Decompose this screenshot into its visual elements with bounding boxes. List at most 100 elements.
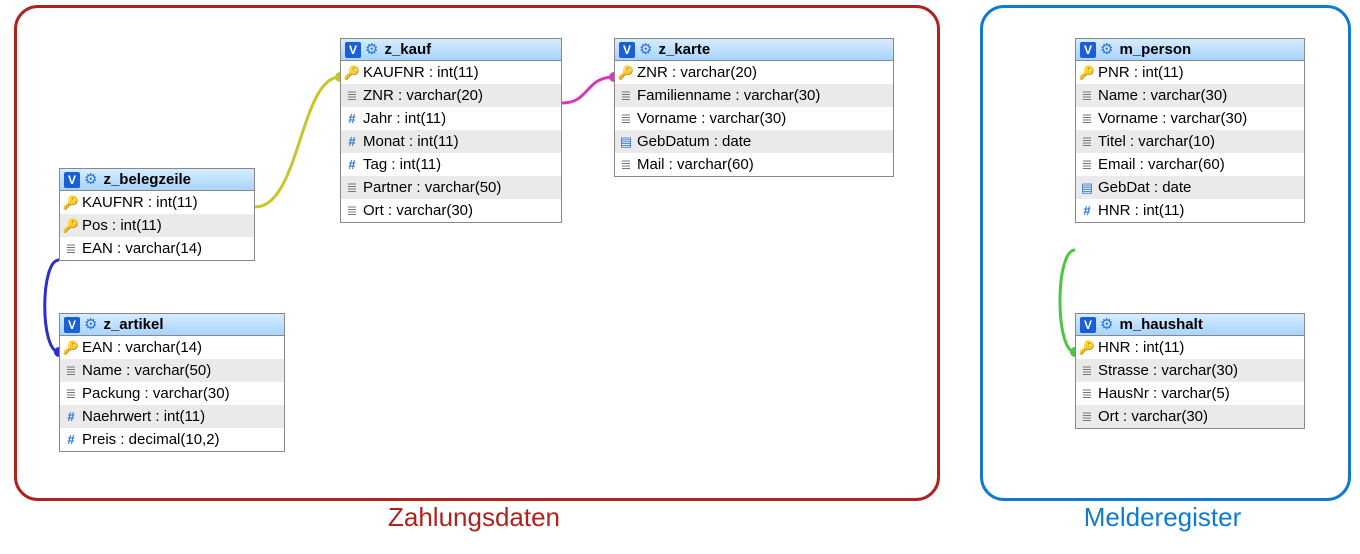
- table-header: V ⚙ m_haushalt: [1076, 314, 1304, 336]
- table-row: ≣HausNr : varchar(5): [1076, 382, 1304, 405]
- text-icon: ≣: [1078, 134, 1096, 150]
- key-icon: 🔑: [62, 218, 80, 234]
- table-title: z_belegzeile: [101, 171, 191, 188]
- column-label: PNR : int(11): [1096, 64, 1184, 81]
- column-label: Packung : varchar(30): [80, 385, 230, 402]
- table-row: #Naehrwert : int(11): [60, 405, 284, 428]
- table-row: ≣Packung : varchar(30): [60, 382, 284, 405]
- table-header: V ⚙ z_artikel: [60, 314, 284, 336]
- table-title: m_person: [1117, 41, 1191, 58]
- column-label: KAUFNR : int(11): [361, 64, 479, 81]
- table-row: #HNR : int(11): [1076, 199, 1304, 222]
- key-icon: 🔑: [62, 195, 80, 211]
- column-label: KAUFNR : int(11): [80, 194, 198, 211]
- text-icon: ≣: [62, 363, 80, 379]
- text-icon: ≣: [1078, 111, 1096, 127]
- table-header: V ⚙ m_person: [1076, 39, 1304, 61]
- hash-icon: #: [1078, 203, 1096, 218]
- column-label: Ort : varchar(30): [361, 202, 473, 219]
- column-label: Partner : varchar(50): [361, 179, 501, 196]
- column-label: GebDatum : date: [635, 133, 751, 150]
- text-icon: ≣: [617, 111, 635, 127]
- column-label: ZNR : varchar(20): [361, 87, 483, 104]
- table-row: ≣Strasse : varchar(30): [1076, 359, 1304, 382]
- table-row: ≣ZNR : varchar(20): [341, 84, 561, 107]
- table-row: 🔑KAUFNR : int(11): [341, 61, 561, 84]
- table-row: ▤GebDatum : date: [615, 130, 893, 153]
- table-row: 🔑PNR : int(11): [1076, 61, 1304, 84]
- table-title: z_karte: [656, 41, 710, 58]
- table-row: 🔑ZNR : varchar(20): [615, 61, 893, 84]
- date-icon: ▤: [617, 134, 635, 150]
- text-icon: ≣: [1078, 88, 1096, 104]
- table-row: ≣Ort : varchar(30): [1076, 405, 1304, 428]
- text-icon: ≣: [1078, 363, 1096, 379]
- hash-icon: #: [343, 157, 361, 172]
- column-label: Titel : varchar(10): [1096, 133, 1215, 150]
- table-row: #Jahr : int(11): [341, 107, 561, 130]
- column-label: ZNR : varchar(20): [635, 64, 757, 81]
- column-label: Jahr : int(11): [361, 110, 446, 127]
- column-label: Naehrwert : int(11): [80, 408, 205, 425]
- hash-icon: #: [343, 134, 361, 149]
- table-row: ≣Titel : varchar(10): [1076, 130, 1304, 153]
- text-icon: ≣: [617, 88, 635, 104]
- table-title: z_artikel: [101, 316, 163, 333]
- view-badge-icon: V: [1080, 317, 1096, 333]
- text-icon: ≣: [617, 157, 635, 173]
- table-body: 🔑KAUFNR : int(11)🔑Pos : int(11)≣EAN : va…: [60, 191, 254, 260]
- table-row: ≣Email : varchar(60): [1076, 153, 1304, 176]
- text-icon: ≣: [62, 241, 80, 257]
- table-row: 🔑Pos : int(11): [60, 214, 254, 237]
- column-label: EAN : varchar(14): [80, 240, 202, 257]
- gear-icon: ⚙: [639, 42, 652, 57]
- table-row: #Preis : decimal(10,2): [60, 428, 284, 451]
- column-label: GebDat : date: [1096, 179, 1191, 196]
- key-icon: 🔑: [617, 65, 635, 81]
- table-z-kauf: V ⚙ z_kauf 🔑KAUFNR : int(11)≣ZNR : varch…: [340, 38, 562, 223]
- table-row: ≣Ort : varchar(30): [341, 199, 561, 222]
- table-row: #Tag : int(11): [341, 153, 561, 176]
- view-badge-icon: V: [619, 42, 635, 58]
- table-row: ▤GebDat : date: [1076, 176, 1304, 199]
- text-icon: ≣: [1078, 409, 1096, 425]
- column-label: Ort : varchar(30): [1096, 408, 1208, 425]
- table-m-person: V ⚙ m_person 🔑PNR : int(11)≣Name : varch…: [1075, 38, 1305, 223]
- gear-icon: ⚙: [1100, 42, 1113, 57]
- key-icon: 🔑: [1078, 340, 1096, 356]
- column-label: Vorname : varchar(30): [635, 110, 786, 127]
- table-header: V ⚙ z_kauf: [341, 39, 561, 61]
- view-badge-icon: V: [64, 317, 80, 333]
- table-row: 🔑KAUFNR : int(11): [60, 191, 254, 214]
- text-icon: ≣: [343, 180, 361, 196]
- hash-icon: #: [62, 409, 80, 424]
- text-icon: ≣: [343, 203, 361, 219]
- table-header: V ⚙ z_karte: [615, 39, 893, 61]
- column-label: Name : varchar(30): [1096, 87, 1227, 104]
- table-row: 🔑EAN : varchar(14): [60, 336, 284, 359]
- group-melderegister-label: Melderegister: [980, 502, 1345, 533]
- table-body: 🔑EAN : varchar(14)≣Name : varchar(50)≣Pa…: [60, 336, 284, 451]
- date-icon: ▤: [1078, 180, 1096, 196]
- table-z-belegzeile: V ⚙ z_belegzeile 🔑KAUFNR : int(11)🔑Pos :…: [59, 168, 255, 261]
- table-row: ≣EAN : varchar(14): [60, 237, 254, 260]
- gear-icon: ⚙: [1100, 317, 1113, 332]
- table-z-artikel: V ⚙ z_artikel 🔑EAN : varchar(14)≣Name : …: [59, 313, 285, 452]
- table-row: ≣Familienname : varchar(30): [615, 84, 893, 107]
- column-label: HNR : int(11): [1096, 202, 1184, 219]
- table-title: z_kauf: [382, 41, 431, 58]
- column-label: Mail : varchar(60): [635, 156, 754, 173]
- column-label: Pos : int(11): [80, 217, 162, 234]
- table-body: 🔑PNR : int(11)≣Name : varchar(30)≣Vornam…: [1076, 61, 1304, 222]
- view-badge-icon: V: [64, 172, 80, 188]
- column-label: Strasse : varchar(30): [1096, 362, 1238, 379]
- text-icon: ≣: [1078, 157, 1096, 173]
- table-row: #Monat : int(11): [341, 130, 561, 153]
- key-icon: 🔑: [1078, 65, 1096, 81]
- table-row: ≣Partner : varchar(50): [341, 176, 561, 199]
- text-icon: ≣: [62, 386, 80, 402]
- hash-icon: #: [62, 432, 80, 447]
- table-m-haushalt: V ⚙ m_haushalt 🔑HNR : int(11)≣Strasse : …: [1075, 313, 1305, 429]
- table-body: 🔑ZNR : varchar(20)≣Familienname : varcha…: [615, 61, 893, 176]
- key-icon: 🔑: [343, 65, 361, 81]
